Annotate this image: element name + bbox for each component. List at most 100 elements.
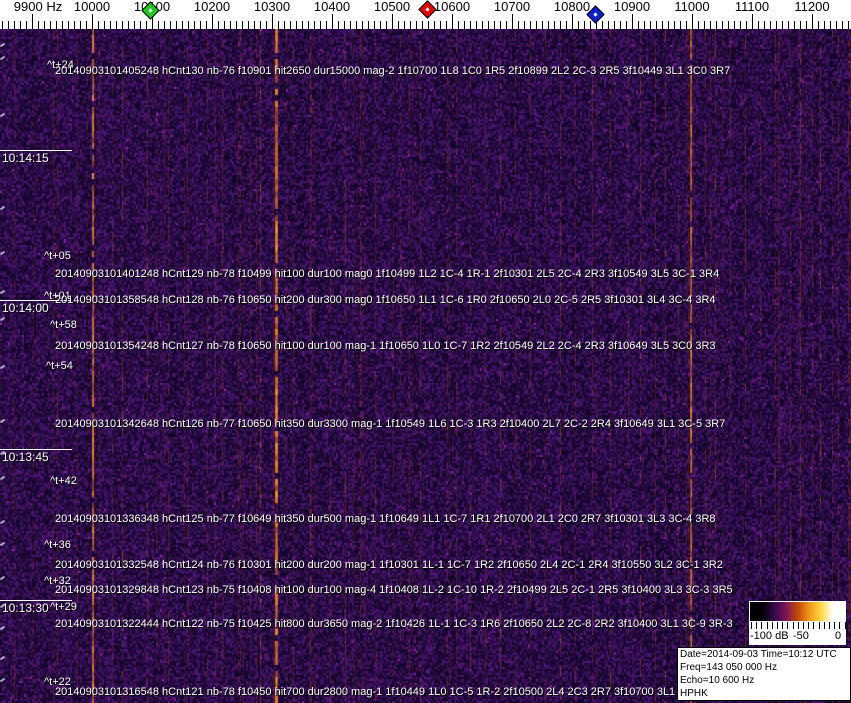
ruler-tick: [146, 21, 147, 29]
ruler-tick: [788, 21, 789, 29]
ruler-tick: [254, 21, 255, 29]
marker-center-dot: [148, 8, 153, 13]
ruler-tick: [536, 21, 537, 29]
ruler-tick: [716, 21, 717, 29]
ruler-tick: [104, 21, 105, 29]
info-freq: Freq=143 050 000 Hz: [680, 662, 778, 673]
ruler-tick: [278, 21, 279, 29]
ruler-tick: [290, 21, 291, 29]
ruler-tick: [332, 14, 333, 29]
ruler-tick: [260, 21, 261, 29]
ruler-tick: [674, 21, 675, 29]
ruler-tick: [758, 21, 759, 29]
freq-label: 11100: [734, 0, 770, 14]
ruler-tick: [128, 21, 129, 29]
ruler-tick: [314, 21, 315, 29]
ruler-tick: [182, 21, 183, 29]
detection-log-line: 20140903101354248 hCnt127 nb-78 f10650 h…: [55, 340, 716, 352]
colorbar-tick: [834, 622, 836, 629]
ruler-tick: [344, 21, 345, 29]
ruler-tick: [62, 21, 63, 29]
ruler-tick: [542, 21, 543, 29]
marker-center-dot: [593, 12, 598, 17]
ruler-tick: [680, 21, 681, 29]
freq-label: 10500: [373, 0, 411, 14]
ruler-tick: [698, 21, 699, 29]
ruler-tick: [212, 14, 213, 29]
colorbar-tick: [803, 622, 804, 629]
ruler-tick: [224, 21, 225, 29]
ruler-tick: [242, 21, 243, 29]
ruler-tick: [272, 14, 273, 29]
ruler-tick: [32, 14, 33, 29]
ruler-tick: [392, 14, 393, 29]
ruler-tick: [590, 21, 591, 29]
spectrogram-canvas[interactable]: [0, 29, 851, 703]
time-label: 10:13:30: [2, 601, 49, 615]
detection-log-line: 20140903101342648 hCnt126 nb-77 f10650 h…: [55, 418, 726, 430]
freq-label: 9900 Hz: [13, 0, 63, 14]
colorbar-label-max: 0: [835, 630, 842, 642]
ruler-tick: [638, 21, 639, 29]
ruler-tick: [704, 21, 705, 29]
freq-label: 10000: [73, 0, 111, 14]
ruler-tick: [194, 21, 195, 29]
ruler-tick: [416, 21, 417, 29]
ruler-tick: [764, 21, 765, 29]
ruler-tick: [410, 21, 411, 29]
ruler-tick: [662, 21, 663, 29]
ruler-tick: [476, 21, 477, 29]
ruler-tick: [548, 21, 549, 29]
ruler-tick: [578, 21, 579, 29]
ruler-tick: [308, 21, 309, 29]
ruler-tick: [170, 21, 171, 29]
ruler-tick: [176, 21, 177, 29]
ruler-tick: [668, 21, 669, 29]
detection-log-line: 20140903101336348 hCnt125 nb-77 f10649 h…: [55, 513, 716, 525]
detection-log-line: 20140903101316548 hCnt121 nb-78 f10450 h…: [55, 686, 693, 698]
ruler-tick: [686, 21, 687, 29]
ruler-tick: [464, 21, 465, 29]
ruler-tick: [608, 21, 609, 29]
colorbar-tick: [756, 622, 758, 629]
ruler-tick: [494, 21, 495, 29]
ruler-tick: [164, 21, 165, 29]
ruler-tick: [68, 21, 69, 29]
ruler-tick: [560, 21, 561, 29]
ruler-tick: [518, 21, 519, 29]
freq-label: 10300: [253, 0, 291, 14]
ruler-tick: [134, 21, 135, 29]
ruler-tick: [320, 21, 321, 29]
ruler-tick: [584, 21, 585, 29]
ruler-tick: [722, 21, 723, 29]
colorbar-tick: [823, 622, 825, 629]
ruler-tick: [404, 21, 405, 29]
event-time-offset-marker: ^t+29: [50, 601, 77, 613]
ruler-tick: [512, 14, 513, 29]
ruler-tick: [848, 21, 849, 29]
ruler-tick: [530, 21, 531, 29]
ruler-tick: [398, 21, 399, 29]
freq-label: 10600: [433, 0, 471, 14]
ruler-tick: [140, 21, 141, 29]
detection-log-line: 20140903101332548 hCnt124 nb-76 f10301 h…: [55, 559, 723, 571]
ruler-tick: [428, 21, 429, 29]
colorbar-tick: [771, 622, 773, 629]
freq-label: 10700: [493, 0, 531, 14]
ruler-tick: [14, 21, 15, 29]
ruler-tick: [362, 21, 363, 29]
ruler-tick: [740, 21, 741, 29]
ruler-tick: [626, 21, 627, 29]
ruler-tick: [632, 14, 633, 29]
ruler-tick: [206, 21, 207, 29]
event-time-offset-marker: ^t+54: [46, 360, 73, 372]
marker-center-dot: [425, 7, 430, 12]
freq-label: 10900: [613, 0, 651, 14]
ruler-tick: [386, 21, 387, 29]
ruler-tick: [2, 21, 3, 29]
time-label: 10:14:15: [2, 151, 49, 165]
ruler-tick: [374, 21, 375, 29]
ruler-tick: [836, 21, 837, 29]
ruler-tick: [8, 21, 9, 29]
ruler-tick: [440, 21, 441, 29]
